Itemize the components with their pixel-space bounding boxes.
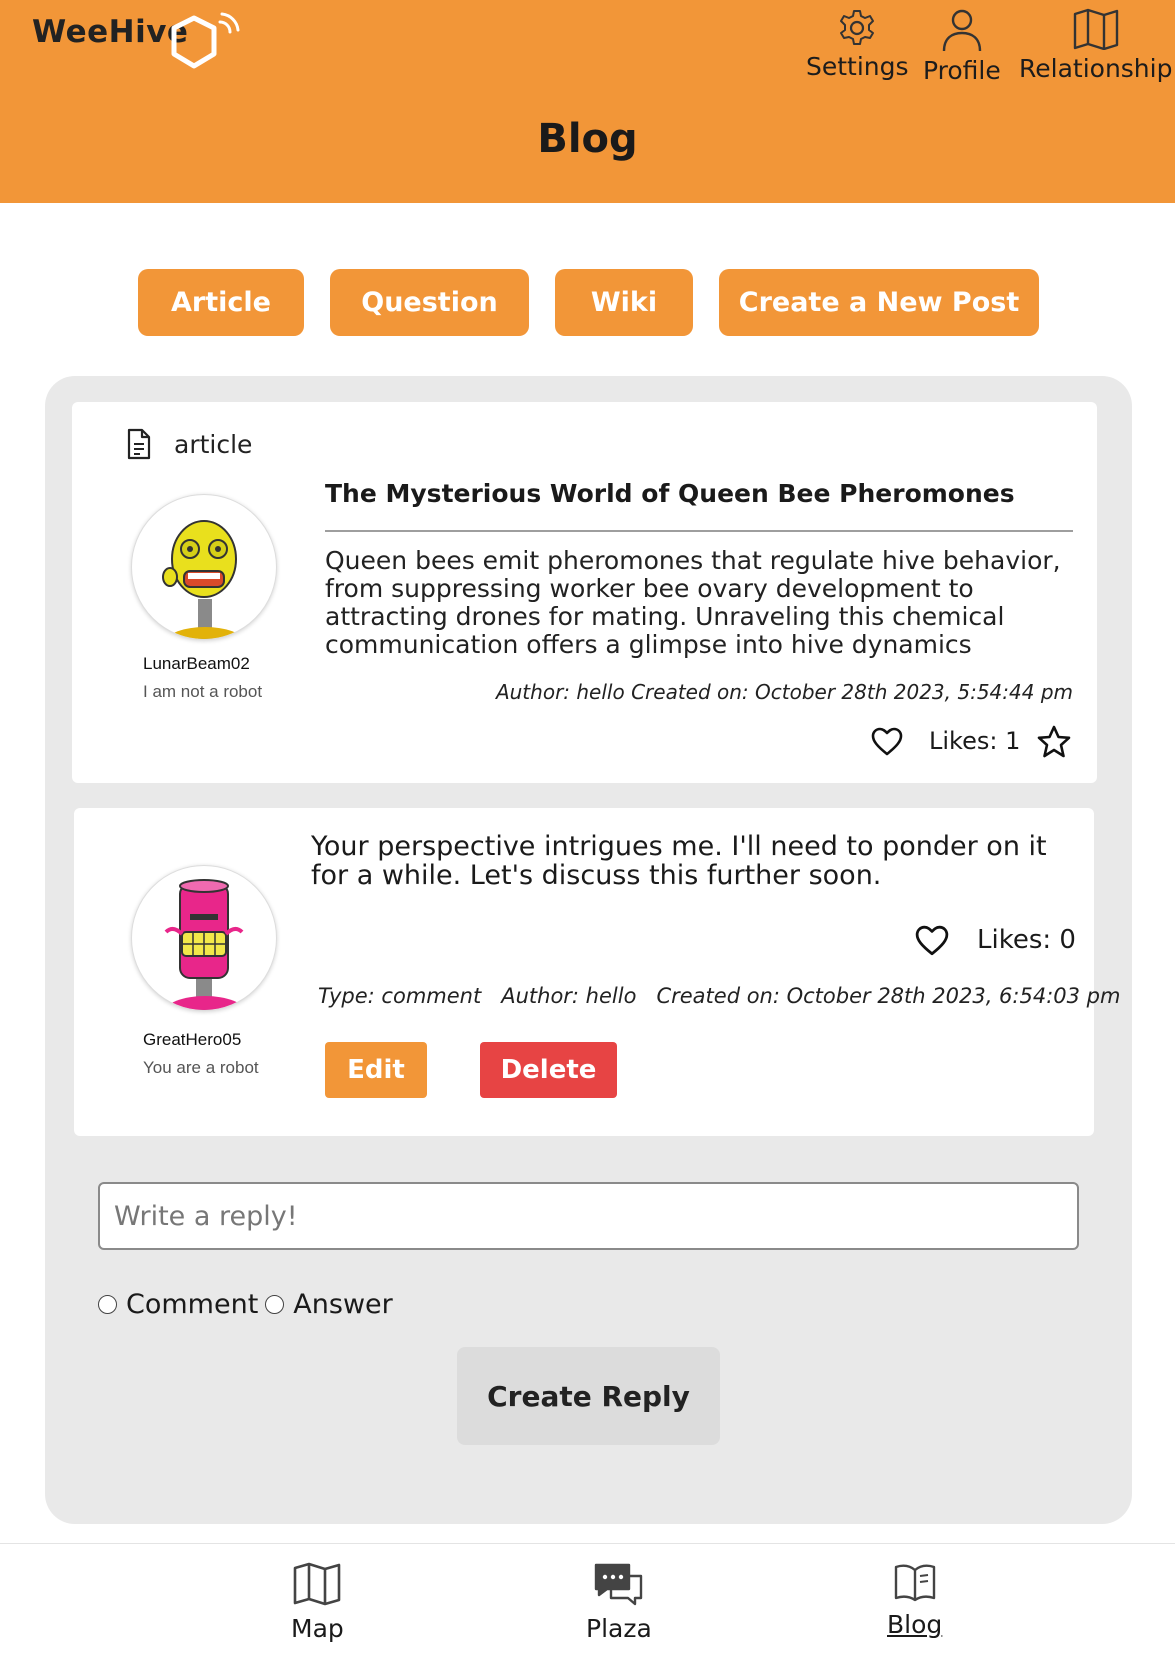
create-post-button[interactable]: Create a New Post [719, 269, 1039, 336]
user-status: You are a robot [143, 1058, 259, 1077]
comment-meta: Type: comment Author: hello Created on: … [318, 984, 1121, 1008]
map-icon [294, 1562, 341, 1606]
book-icon [894, 1564, 935, 1602]
post-type-label: article [174, 429, 253, 459]
filter-article-button[interactable]: Article [138, 269, 304, 336]
answer-radio-label[interactable]: Answer [293, 1289, 392, 1320]
heart-icon[interactable] [871, 727, 903, 757]
bottom-nav-plaza-label: Plaza [586, 1614, 652, 1643]
comment-radio[interactable] [98, 1295, 117, 1314]
comment-likes-count: Likes: 0 [977, 925, 1076, 955]
pink-robot-avatar [164, 879, 245, 1010]
username[interactable]: LunarBeam02 [143, 654, 250, 674]
post-meta: Author: hello Created on: October 28th 2… [495, 680, 1073, 704]
filter-question-button[interactable]: Question [330, 269, 529, 336]
hive-logo-icon [171, 12, 240, 69]
divider [325, 530, 1073, 532]
gear-icon [840, 10, 875, 45]
nav-settings-label: Settings [806, 52, 909, 81]
post-type: article [126, 428, 252, 460]
chat-icon [594, 1563, 643, 1606]
reply-type-options: Comment Answer [98, 1289, 393, 1320]
nav-relationship[interactable]: Relationship [1019, 8, 1172, 83]
person-icon [942, 9, 982, 52]
yellow-robot-avatar [162, 520, 243, 639]
comment-body: Your perspective intrigues me. I'll need… [311, 831, 1047, 891]
app-header: WeeHive Settings Profile Relationship Bl… [0, 0, 1175, 203]
username[interactable]: GreatHero05 [143, 1030, 241, 1050]
nav-profile-label: Profile [923, 56, 1001, 85]
edit-button[interactable]: Edit [325, 1042, 427, 1098]
page-title: Blog [537, 116, 638, 162]
bottom-nav-blog[interactable]: Blog [887, 1562, 942, 1639]
logo[interactable]: WeeHive [32, 12, 240, 69]
bottom-nav-map-label: Map [291, 1614, 344, 1643]
bottom-nav-map[interactable]: Map [291, 1562, 344, 1643]
map-icon [1073, 8, 1118, 50]
user-status: I am not a robot [143, 682, 263, 701]
heart-icon[interactable] [915, 925, 949, 957]
create-reply-button[interactable]: Create Reply [457, 1347, 720, 1445]
avatar[interactable] [131, 865, 277, 1011]
avatar[interactable] [131, 494, 277, 640]
comment-radio-label[interactable]: Comment [126, 1289, 258, 1320]
star-icon[interactable] [1037, 725, 1071, 758]
delete-button[interactable]: Delete [480, 1042, 617, 1098]
nav-relationship-label: Relationship [1019, 54, 1173, 83]
bottom-nav-plaza[interactable]: Plaza [586, 1562, 652, 1643]
post-title: The Mysterious World of Queen Bee Pherom… [325, 479, 1015, 508]
document-icon [127, 428, 151, 460]
reply-input[interactable] [98, 1182, 1079, 1250]
answer-radio[interactable] [265, 1295, 285, 1314]
filter-wiki-button[interactable]: Wiki [555, 269, 693, 336]
bottom-nav-blog-label: Blog [887, 1610, 943, 1639]
post-body: Queen bees emit pheromones that regulate… [325, 546, 1061, 659]
nav-settings[interactable]: Settings [806, 8, 909, 81]
post-likes-count: Likes: 1 [929, 727, 1021, 755]
nav-profile[interactable]: Profile [923, 8, 1001, 85]
